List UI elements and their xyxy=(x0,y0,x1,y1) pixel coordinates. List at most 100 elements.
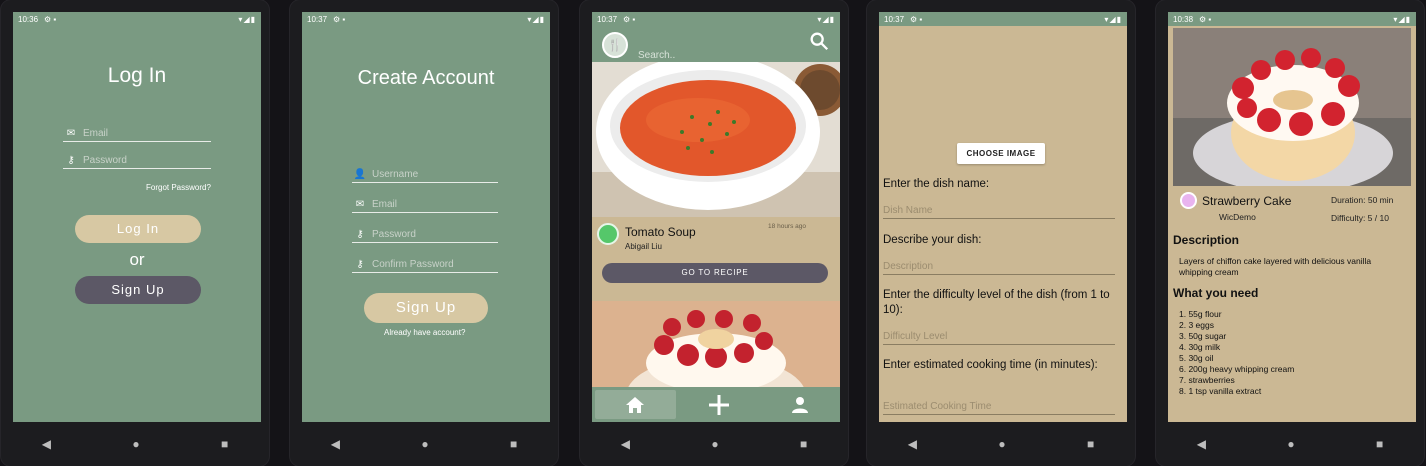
choose-image-button[interactable]: CHOOSE IMAGE xyxy=(957,143,1045,164)
signal-icons: ▾◢▮ xyxy=(817,14,835,24)
status-time: 10:37 xyxy=(597,14,618,24)
ingredient-item: 1. 55g flour xyxy=(1179,309,1222,319)
ingredient-item: 3. 50g sugar xyxy=(1179,331,1227,341)
page-title: Log In xyxy=(107,64,167,87)
recipe-card[interactable]: Tomato Soup Abigail Liu 18 hours ago GO … xyxy=(592,217,840,301)
username-placeholder: Username xyxy=(372,169,419,180)
nav-add-tab[interactable] xyxy=(679,387,760,422)
home-icon[interactable]: ● xyxy=(1287,437,1294,451)
email-placeholder: Email xyxy=(83,128,109,139)
status-time: 10:37 xyxy=(884,14,905,24)
recipe-detail-screen: 10:38 ⚙ ▪ ▾◢▮ Strawberry Cake WicDemo Du… xyxy=(1168,12,1416,422)
description-label: Describe your dish: xyxy=(883,234,982,246)
phone-add-recipe: 10:37 ⚙ ▪ ▾◢▮ CHOOSE IMAGE Enter the dis… xyxy=(867,0,1135,466)
tomato-soup-image[interactable] xyxy=(592,62,840,217)
email-field[interactable]: ✉ Email xyxy=(352,197,498,213)
dish-name-input[interactable]: Dish Name xyxy=(883,205,1115,219)
settings-icon: ⚙ ▪ xyxy=(44,14,57,24)
system-nav: ◀ ● ■ xyxy=(580,422,848,466)
home-icon xyxy=(626,396,645,413)
email-icon: ✉ xyxy=(66,128,76,139)
key-icon: ⚷ xyxy=(356,259,364,270)
signal-icons: ▾◢▮ xyxy=(1104,14,1122,24)
nav-home-tab[interactable] xyxy=(595,390,676,419)
settings-icon: ⚙ ▪ xyxy=(333,14,346,24)
back-icon[interactable]: ◀ xyxy=(42,437,51,451)
email-icon: ✉ xyxy=(355,199,365,210)
settings-icon: ⚙ ▪ xyxy=(910,14,923,24)
difficulty-input[interactable]: Difficulty Level xyxy=(883,331,1115,345)
status-bar: 10:37 ⚙ ▪ ▾◢▮ xyxy=(302,12,550,26)
person-icon: 👤 xyxy=(353,169,367,180)
ingredients-heading: What you need xyxy=(1173,286,1259,300)
recents-icon[interactable]: ■ xyxy=(510,437,517,451)
settings-icon: ⚙ ▪ xyxy=(623,14,636,24)
status-time: 10:37 xyxy=(307,14,328,24)
password-field[interactable]: ⚷ Password xyxy=(352,227,498,243)
status-bar: 10:37 ⚙ ▪ ▾◢▮ xyxy=(592,12,840,26)
password-placeholder: Password xyxy=(83,155,127,166)
add-recipe-screen: 10:37 ⚙ ▪ ▾◢▮ CHOOSE IMAGE Enter the dis… xyxy=(879,12,1127,422)
system-nav: ◀ ● ■ xyxy=(867,422,1135,466)
email-placeholder: Email xyxy=(372,199,398,210)
phone-home-feed: 10:37 ⚙ ▪ ▾◢▮ 🍴 Search.. Tomato Soup Abi… xyxy=(580,0,848,466)
signal-icons: ▾◢▮ xyxy=(527,14,545,24)
recents-icon[interactable]: ■ xyxy=(800,437,807,451)
ingredient-item: 4. 30g milk xyxy=(1179,342,1221,352)
strawberry-cake-image[interactable] xyxy=(592,301,840,387)
description-input[interactable]: Description xyxy=(883,261,1115,275)
description-heading: Description xyxy=(1173,233,1240,247)
bottom-navigation xyxy=(592,387,840,422)
recents-icon[interactable]: ■ xyxy=(1376,437,1383,451)
system-nav: ◀ ● ■ xyxy=(1,422,269,466)
phone-create-account: 10:37 ⚙ ▪ ▾◢▮ Create Account 👤 Username … xyxy=(290,0,558,466)
recipe-difficulty: Difficulty: 5 / 10 xyxy=(1331,213,1389,223)
signal-icons: ▾◢▮ xyxy=(238,14,256,24)
signup-button[interactable]: Sign Up xyxy=(75,276,201,304)
recipe-title: Tomato Soup xyxy=(625,225,696,239)
search-icon[interactable] xyxy=(808,30,830,52)
ingredient-item: 2. 3 eggs xyxy=(1179,320,1214,330)
settings-icon: ⚙ ▪ xyxy=(1199,14,1212,24)
phone-recipe-detail: 10:38 ⚙ ▪ ▾◢▮ Strawberry Cake WicDemo Du… xyxy=(1156,0,1424,466)
back-icon[interactable]: ◀ xyxy=(331,437,340,451)
status-time: 10:36 xyxy=(18,14,39,24)
ingredient-item: 6. 200g heavy whipping cream xyxy=(1179,364,1295,374)
forgot-password-link[interactable]: Forgot Password? xyxy=(146,183,211,192)
home-feed-screen: 10:37 ⚙ ▪ ▾◢▮ 🍴 Search.. Tomato Soup Abi… xyxy=(592,12,840,422)
login-button[interactable]: Log In xyxy=(75,215,201,243)
status-bar: 10:37 ⚙ ▪ ▾◢▮ xyxy=(879,12,1127,26)
create-account-screen: 10:37 ⚙ ▪ ▾◢▮ Create Account 👤 Username … xyxy=(302,12,550,422)
dish-name-label: Enter the dish name: xyxy=(883,178,990,190)
go-to-recipe-button[interactable]: GO TO RECIPE xyxy=(602,263,828,283)
ingredients-list: 1. 55g flour 2. 3 eggs 3. 50g sugar 4. 3… xyxy=(1179,309,1294,397)
author-avatar-icon xyxy=(1180,192,1197,209)
home-icon[interactable]: ● xyxy=(132,437,139,451)
signup-button[interactable]: Sign Up xyxy=(364,293,488,323)
recents-icon[interactable]: ■ xyxy=(1087,437,1094,451)
username-field[interactable]: 👤 Username xyxy=(352,167,498,183)
home-icon[interactable]: ● xyxy=(421,437,428,451)
add-icon xyxy=(709,394,729,415)
back-icon[interactable]: ◀ xyxy=(1197,437,1206,451)
recipe-title: Strawberry Cake xyxy=(1202,194,1292,208)
system-nav: ◀ ● ■ xyxy=(1156,422,1424,466)
status-time: 10:38 xyxy=(1173,14,1194,24)
cooking-time-input[interactable]: Estimated Cooking Time xyxy=(883,401,1115,415)
password-placeholder: Password xyxy=(372,229,416,240)
description-text: Layers of chiffon cake layered with deli… xyxy=(1179,256,1372,277)
email-field[interactable]: ✉ Email xyxy=(63,126,211,142)
home-icon[interactable]: ● xyxy=(711,437,718,451)
back-icon[interactable]: ◀ xyxy=(908,437,917,451)
password-field[interactable]: ⚷ Password xyxy=(63,153,211,169)
confirm-password-field[interactable]: ⚷ Confirm Password xyxy=(352,257,498,273)
cooking-time-label: Enter estimated cooking time (in minutes… xyxy=(883,359,1098,371)
chef-avatar-icon[interactable]: 🍴 xyxy=(602,32,628,58)
nav-profile-tab[interactable] xyxy=(759,387,840,422)
already-have-account-link[interactable]: Already have account? xyxy=(384,328,465,337)
recents-icon[interactable]: ■ xyxy=(221,437,228,451)
home-icon[interactable]: ● xyxy=(998,437,1005,451)
back-icon[interactable]: ◀ xyxy=(621,437,630,451)
system-nav: ◀ ● ■ xyxy=(290,422,558,466)
recipe-author: WicDemo xyxy=(1219,212,1256,222)
